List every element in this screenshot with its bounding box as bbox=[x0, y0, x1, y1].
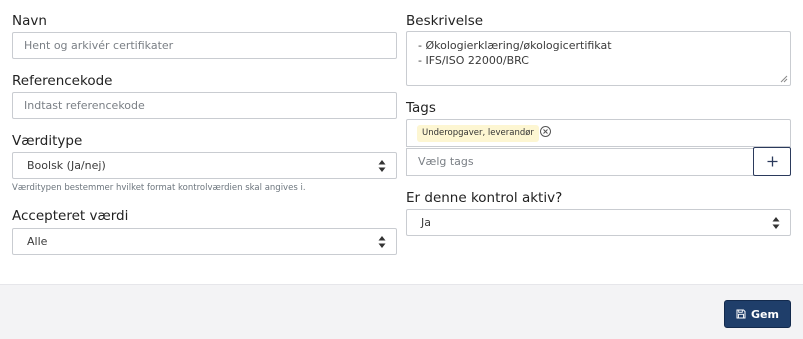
description-label: Beskrivelse bbox=[406, 13, 484, 29]
tags-label: Tags bbox=[406, 100, 436, 116]
description-textarea[interactable]: - Økologierklæring/økologicertifikat - I… bbox=[406, 31, 791, 86]
active-select[interactable]: Ja bbox=[406, 209, 791, 236]
control-form: Navn Hent og arkivér certifikater Refere… bbox=[0, 0, 803, 284]
sort-caret-icon bbox=[772, 217, 780, 229]
reference-input[interactable]: Indtast referencekode bbox=[12, 92, 397, 119]
value-type-selected: Boolsk (Ja/nej) bbox=[27, 159, 106, 172]
accepted-value-select[interactable]: Alle bbox=[12, 228, 397, 255]
sort-caret-icon bbox=[378, 236, 386, 248]
save-button[interactable]: Gem bbox=[724, 300, 791, 328]
name-input[interactable]: Hent og arkivér certifikater bbox=[12, 32, 397, 59]
add-tag-button[interactable] bbox=[753, 147, 791, 176]
selected-tags-box: Underopgaver, leverandør bbox=[406, 119, 791, 147]
accepted-value-label: Accepteret værdi bbox=[12, 208, 129, 224]
resize-grip-icon[interactable] bbox=[780, 75, 788, 83]
accepted-value-selected: Alle bbox=[27, 235, 48, 248]
sort-caret-icon bbox=[378, 160, 386, 172]
description-line: - IFS/ISO 22000/BRC bbox=[418, 54, 529, 67]
description-line: - Økologierklæring/økologicertifikat bbox=[418, 39, 612, 52]
close-circle-icon[interactable] bbox=[539, 125, 552, 138]
tags-input[interactable]: Vælg tags bbox=[406, 148, 754, 176]
active-label: Er denne kontrol aktiv? bbox=[406, 190, 563, 206]
floppy-disk-icon bbox=[736, 309, 746, 319]
reference-label: Referencekode bbox=[12, 73, 113, 89]
active-selected: Ja bbox=[421, 216, 431, 229]
plus-icon bbox=[767, 156, 777, 167]
value-type-select[interactable]: Boolsk (Ja/nej) bbox=[12, 152, 397, 179]
value-type-label: Værditype bbox=[12, 133, 83, 149]
value-type-help: Værditypen bestemmer hvilket format kont… bbox=[12, 183, 306, 193]
name-label: Navn bbox=[12, 13, 47, 29]
form-footer: Gem bbox=[0, 284, 803, 339]
tag-chip: Underopgaver, leverandør bbox=[417, 125, 539, 142]
save-button-label: Gem bbox=[751, 307, 779, 321]
